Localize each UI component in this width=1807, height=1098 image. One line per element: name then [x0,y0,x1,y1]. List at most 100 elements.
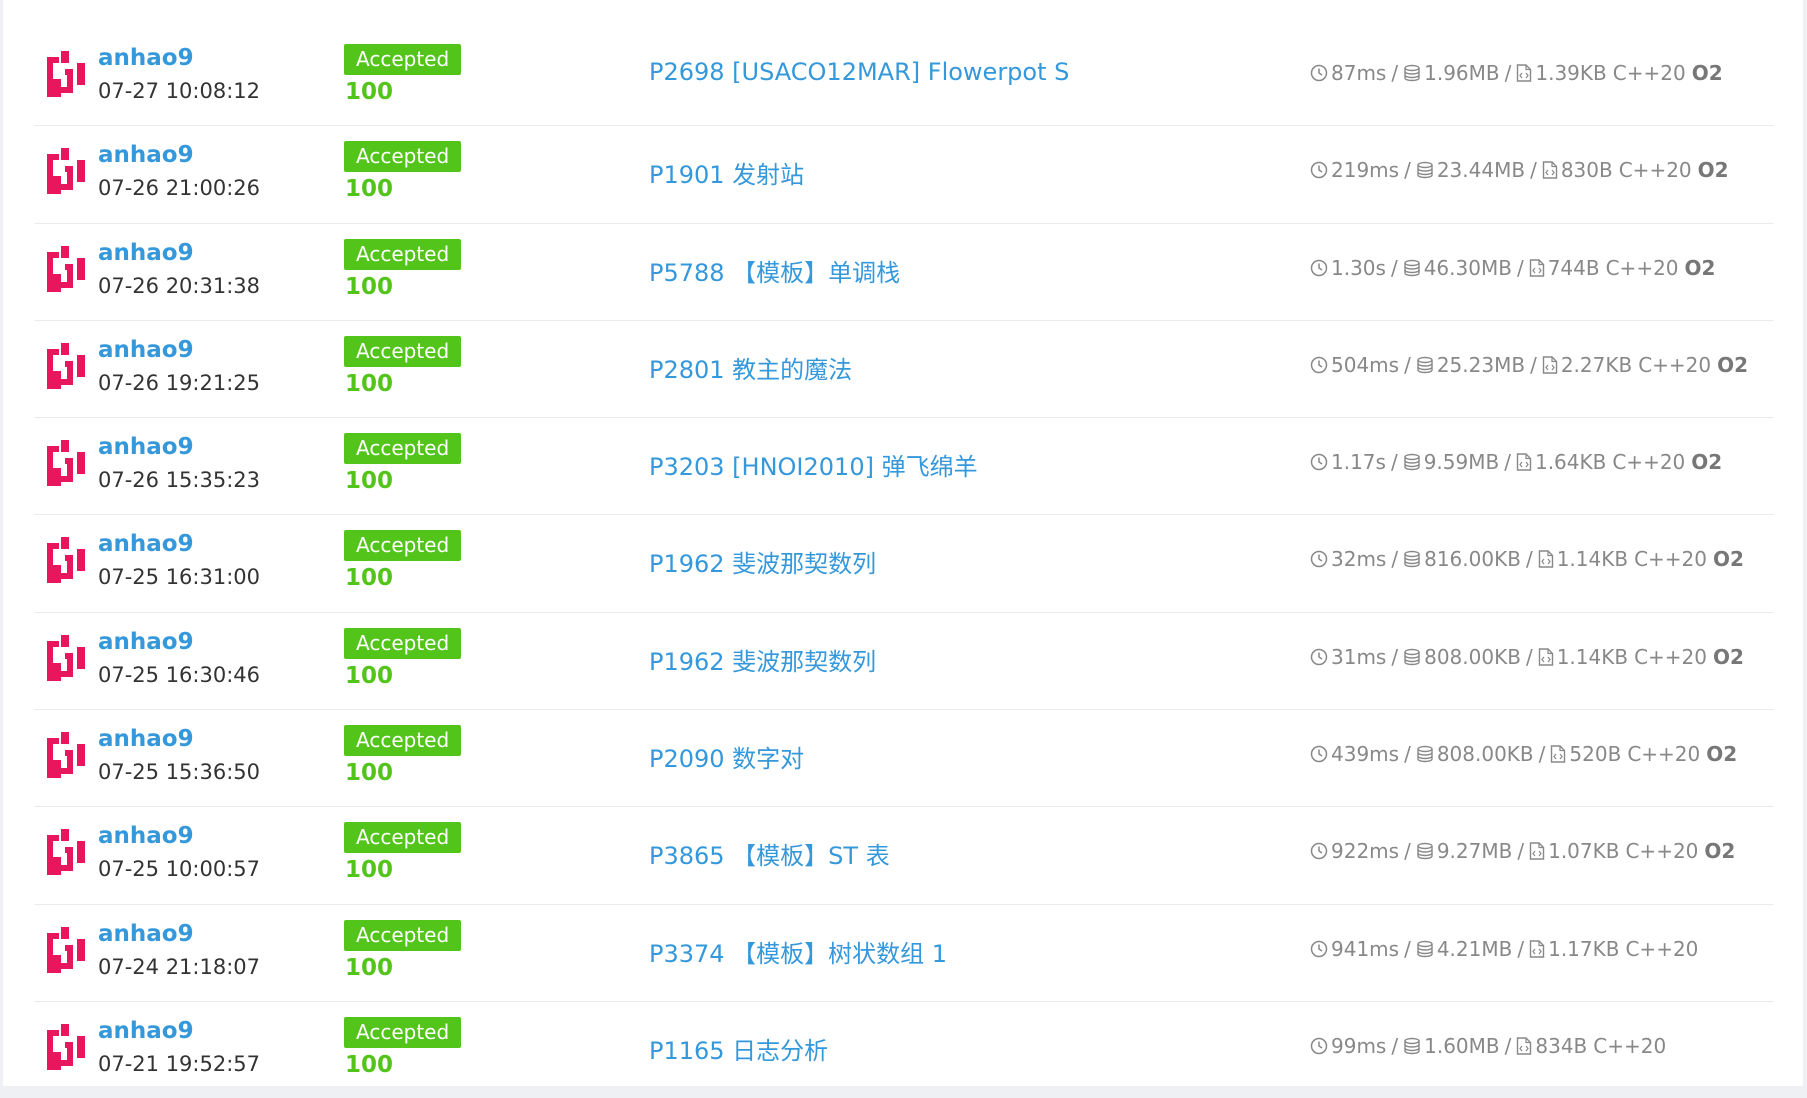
username-link[interactable]: anhao9 [98,921,194,947]
problem-link[interactable]: P5788 【模板】单调栈 [649,253,900,288]
code-size-value: 1.14KB [1556,644,1629,669]
problem-link[interactable]: P2801 教主的魔法 [649,350,852,385]
problem-link[interactable]: P1962 斐波那契数列 [649,544,876,579]
clock-icon [1310,162,1328,179]
user-avatar-logo[interactable] [39,1022,89,1072]
record-row: anhao9 07-25 16:30:46 Accepted 100 P1962… [34,613,1774,711]
memory-value: 808.00KB [1424,644,1521,669]
problem-link[interactable]: P1901 发射站 [649,155,804,190]
username-link[interactable]: anhao9 [98,337,194,363]
user-avatar-logo[interactable] [39,535,89,585]
record-list-panel: anhao9 07-27 10:08:12 Accepted 100 P2698… [3,0,1803,1086]
user-avatar-logo[interactable] [39,730,89,780]
clock-icon [1310,1037,1328,1055]
status-badge[interactable]: Accepted [344,627,462,659]
problem-link[interactable]: P1962 斐波那契数列 [649,642,876,677]
problem-link[interactable]: P2090 数字对 [649,739,804,774]
status-badge[interactable]: Accepted [344,238,462,270]
record-meta: 99ms / 1.60MB / 834B C++20 [1310,1034,1672,1058]
memory-value: 46.30MB [1423,255,1512,280]
user-avatar-logo[interactable] [39,827,89,877]
status-badge[interactable]: Accepted [344,919,462,951]
memory-value: 1.96MB [1424,61,1500,85]
username-link[interactable]: anhao9 [98,531,194,557]
code-size-value: 1.39KB [1535,61,1607,85]
record-row: anhao9 07-25 16:31:00 Accepted 100 P1962… [34,515,1774,613]
username-link[interactable]: anhao9 [98,823,194,849]
user-avatar-logo[interactable] [39,49,89,99]
submit-time: 07-26 15:35:23 [98,468,261,493]
code-size-value: 830B [1560,158,1613,183]
language-value: C++20 [1625,936,1699,961]
database-icon [1417,843,1433,860]
problem-link[interactable]: P3374 【模板】树状数组 1 [649,934,947,969]
code-file-icon [1542,356,1558,374]
problem-link[interactable]: P3203 [HNOI2010] 弹飞绵羊 [649,447,978,482]
username-link[interactable]: anhao9 [98,726,194,752]
language-value: C++20 [1612,450,1686,475]
database-icon [1417,745,1433,763]
status-badge[interactable]: Accepted [344,725,462,757]
separator: / [1404,742,1411,767]
record-meta: 32ms / 816.00KB / 1.14KB C++20 O2 [1310,547,1744,571]
record-row: anhao9 07-21 19:52:57 Accepted 100 P1165… [34,1002,1774,1098]
runtime-value: 439ms [1331,742,1400,767]
separator: / [1504,1033,1512,1058]
language-value: C++20 [1612,61,1686,85]
username-link[interactable]: anhao9 [98,434,194,460]
separator: / [1391,644,1399,669]
record-row: anhao9 07-26 15:35:23 Accepted 100 P3203… [34,418,1774,516]
runtime-value: 87ms [1331,61,1387,85]
status-badge[interactable]: Accepted [344,433,462,465]
score-value: 100 [345,662,394,689]
status-badge[interactable]: Accepted [344,822,462,854]
database-icon [1417,356,1433,374]
status-badge[interactable]: Accepted [344,44,462,75]
language-value: C++20 [1625,839,1699,864]
user-avatar-logo[interactable] [39,341,89,391]
status-badge[interactable]: Accepted [344,335,462,367]
code-file-icon [1516,453,1532,471]
user-avatar-logo[interactable] [39,925,89,975]
status-badge[interactable]: Accepted [344,1016,462,1048]
username-link[interactable]: anhao9 [98,142,194,168]
record-meta: 1.17s / 9.59MB / 1.64KB C++20 O2 [1310,450,1722,474]
submit-time: 07-26 20:31:38 [98,273,261,298]
username-link[interactable]: anhao9 [98,629,194,655]
code-file-icon [1542,161,1558,179]
user-avatar-logo[interactable] [39,244,89,294]
username-link[interactable]: anhao9 [98,1018,194,1044]
o2-flag: O2 [1691,61,1723,85]
record-row: anhao9 07-26 21:00:26 Accepted 100 P1901… [34,126,1774,224]
score-value: 100 [345,79,394,105]
score-value: 100 [345,370,394,397]
record-row: anhao9 07-26 20:31:38 Accepted 100 P5788… [34,224,1774,321]
submit-time: 07-25 16:30:46 [98,662,261,687]
username-link[interactable]: anhao9 [98,45,194,71]
status-badge[interactable]: Accepted [344,141,462,173]
record-meta: 941ms / 4.21MB / 1.17KB C++20 [1310,937,1704,961]
database-icon [1404,551,1420,568]
submit-time: 07-27 10:08:12 [98,79,261,103]
runtime-value: 31ms [1331,644,1387,669]
separator: / [1538,742,1546,767]
username-link[interactable]: anhao9 [98,240,194,266]
problem-link[interactable]: P2698 [USACO12MAR] Flowerpot S [649,58,1069,86]
record-meta: 1.30s / 46.30MB / 744B C++20 O2 [1310,256,1715,280]
memory-value: 816.00KB [1424,547,1521,572]
separator: / [1504,61,1512,85]
separator: / [1404,839,1411,864]
record-meta: 922ms / 9.27MB / 1.07KB C++20 O2 [1310,839,1735,863]
language-value: C++20 [1618,158,1692,183]
submit-time: 07-25 15:36:50 [98,760,261,785]
status-badge[interactable]: Accepted [344,530,462,562]
user-avatar-logo[interactable] [39,146,89,196]
problem-link[interactable]: P3865 【模板】ST 表 [649,836,890,871]
language-value: C++20 [1634,547,1707,572]
runtime-value: 32ms [1331,547,1387,572]
user-avatar-logo[interactable] [39,438,89,488]
problem-link[interactable]: P1165 日志分析 [649,1031,828,1066]
user-avatar-logo[interactable] [39,633,89,683]
code-file-icon [1538,550,1553,569]
language-value: C++20 [1593,1033,1667,1058]
